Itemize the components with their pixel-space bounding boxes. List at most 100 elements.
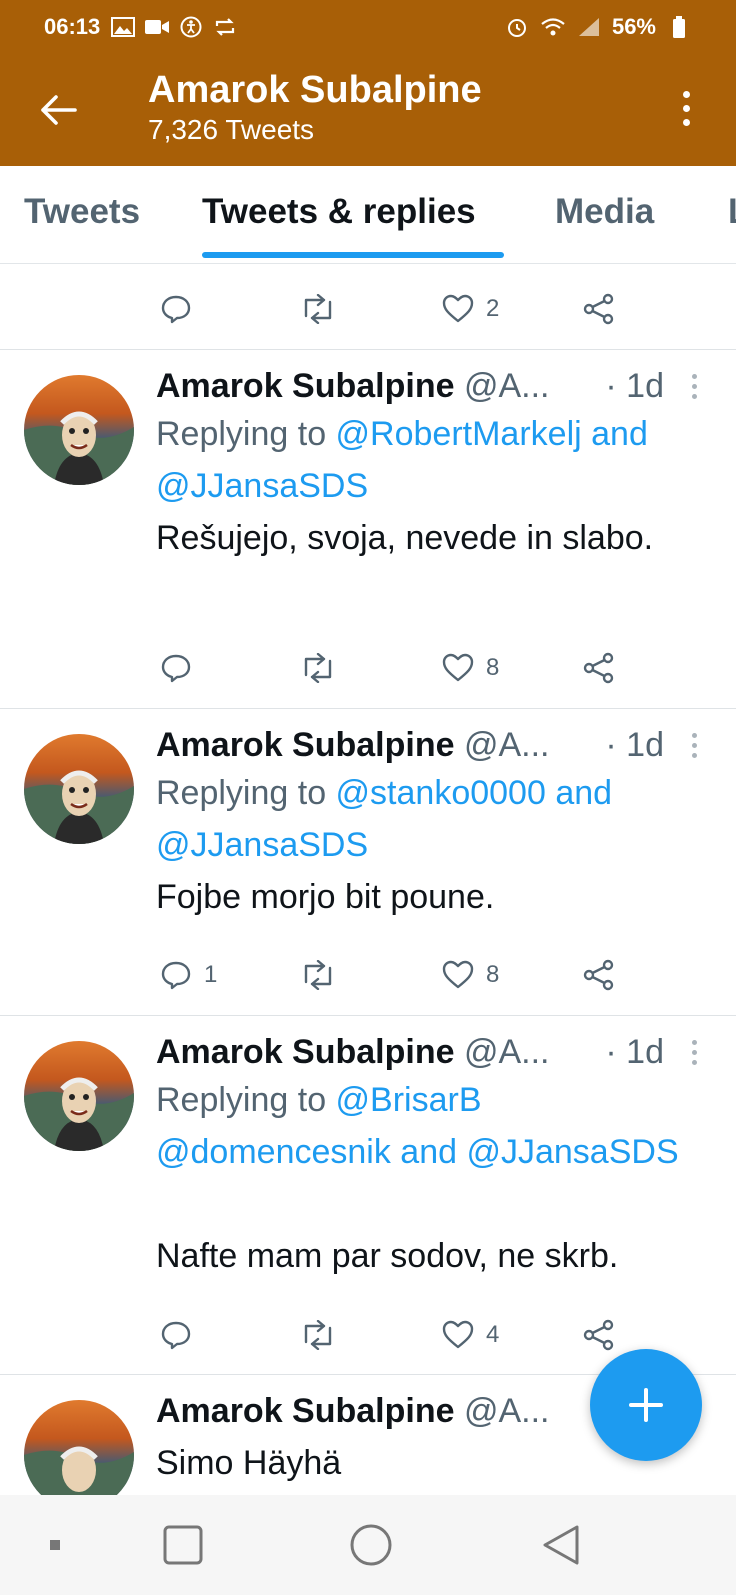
avatar[interactable] bbox=[24, 1400, 134, 1495]
tweet-menu-button[interactable] bbox=[682, 370, 706, 402]
retweet-button[interactable] bbox=[300, 960, 336, 990]
tweet-menu-button[interactable] bbox=[682, 1036, 706, 1068]
battery-icon bbox=[666, 16, 692, 38]
tweet-item[interactable]: Amarok Subalpine @A... · 1d Replying to … bbox=[0, 709, 736, 1015]
replying-to: Replying to @BrisarB @domencesnik and @J… bbox=[156, 1074, 696, 1178]
signal-icon bbox=[576, 16, 602, 38]
reply-button[interactable] bbox=[160, 293, 192, 325]
heart-icon bbox=[442, 960, 474, 989]
like-button[interactable]: 8 bbox=[442, 960, 499, 990]
tweet-actions: 8 bbox=[158, 646, 628, 690]
share-icon bbox=[583, 293, 614, 325]
circle-icon bbox=[350, 1524, 392, 1566]
reply-button[interactable]: 1 bbox=[160, 959, 217, 991]
tweet-header: Amarok Subalpine @A... · 1d bbox=[156, 364, 706, 408]
kebab-dot bbox=[691, 742, 697, 748]
tweet-header: Amarok Subalpine @A... · 1d bbox=[156, 723, 706, 767]
share-icon bbox=[583, 652, 614, 684]
tweet-item[interactable]: Amarok Subalpine @A... · 1d Replying to … bbox=[0, 1016, 736, 1374]
retweet-button[interactable] bbox=[300, 1320, 336, 1350]
status-bar: 06:13 56% bbox=[44, 12, 692, 42]
gallery-icon bbox=[110, 16, 136, 38]
replying-prefix: Replying to bbox=[156, 1081, 336, 1119]
author-handle[interactable]: @A... bbox=[464, 1033, 550, 1071]
author-name[interactable]: Amarok Subalpine bbox=[156, 1033, 455, 1071]
replying-prefix: Replying to bbox=[156, 415, 336, 453]
kebab-dot bbox=[691, 732, 697, 738]
share-button[interactable] bbox=[582, 651, 616, 685]
reply-icon bbox=[161, 654, 191, 683]
avatar[interactable] bbox=[24, 375, 134, 485]
active-tab-indicator bbox=[202, 252, 504, 258]
accessibility-icon bbox=[178, 16, 204, 38]
tweet-time: · 1d bbox=[605, 367, 664, 405]
plus-icon bbox=[629, 1388, 663, 1422]
overview-button[interactable] bbox=[158, 1519, 208, 1571]
tweet-count: 7,326 Tweets bbox=[148, 114, 315, 145]
author-handle[interactable]: @A... bbox=[464, 367, 550, 405]
system-nav-bar bbox=[0, 1495, 736, 1595]
avatar-image bbox=[24, 375, 134, 485]
kebab-dot bbox=[691, 752, 697, 758]
retweet-button[interactable] bbox=[300, 653, 336, 683]
share-button[interactable] bbox=[582, 292, 616, 326]
heart-icon bbox=[442, 1320, 474, 1349]
tweet-time: · 1d bbox=[605, 1033, 664, 1071]
like-button[interactable]: 4 bbox=[442, 1320, 499, 1350]
like-count: 8 bbox=[486, 654, 500, 681]
tweet-text: Nafte mam par sodov, ne skrb. bbox=[156, 1237, 619, 1275]
wifi-icon bbox=[540, 16, 566, 38]
reply-button[interactable] bbox=[160, 1319, 204, 1351]
avatar[interactable] bbox=[24, 734, 134, 844]
kebab-dot bbox=[691, 1049, 697, 1055]
author-name[interactable]: Amarok Subalpine bbox=[156, 1392, 455, 1430]
avatar[interactable] bbox=[24, 1041, 134, 1151]
tweet-actions: 1 8 bbox=[158, 953, 628, 997]
replying-to: Replying to @stanko0000 and @JJansaSDS bbox=[156, 767, 696, 871]
back-nav-button[interactable] bbox=[536, 1519, 586, 1571]
author-name[interactable]: Amarok Subalpine bbox=[156, 367, 455, 405]
like-button[interactable]: 2 bbox=[442, 294, 499, 324]
arrow-left-icon bbox=[41, 95, 77, 125]
tweet-actions: 4 bbox=[158, 1313, 628, 1357]
author-handle[interactable]: @A... bbox=[464, 1392, 550, 1430]
author-name[interactable]: Amarok Subalpine bbox=[156, 726, 455, 764]
recents-icon bbox=[50, 1540, 60, 1550]
reply-button[interactable] bbox=[160, 652, 204, 684]
share-button[interactable] bbox=[582, 958, 616, 992]
status-time: 06:13 bbox=[44, 14, 101, 39]
share-button[interactable] bbox=[582, 1318, 616, 1352]
tweet-header: Amarok Subalpine @A... · 1d bbox=[156, 1030, 706, 1074]
like-button[interactable]: 8 bbox=[442, 653, 499, 683]
recents-indicator[interactable] bbox=[40, 1519, 70, 1571]
tweet-item[interactable]: Amarok Subalpine @A... · 1d Replying to … bbox=[0, 350, 736, 708]
more-options-button[interactable] bbox=[666, 84, 706, 132]
avatar-image bbox=[24, 734, 134, 844]
reply-icon bbox=[161, 1321, 191, 1350]
kebab-dot bbox=[691, 1059, 697, 1065]
home-button[interactable] bbox=[346, 1519, 396, 1571]
tab-likes[interactable]: L bbox=[728, 192, 736, 232]
retweet-button[interactable] bbox=[300, 294, 336, 324]
tab-media[interactable]: Media bbox=[555, 192, 654, 232]
tab-tweets-replies[interactable]: Tweets & replies bbox=[202, 192, 476, 232]
profile-tabs: Tweets Tweets & replies Media L bbox=[0, 166, 736, 264]
retweet-icon bbox=[304, 960, 332, 990]
replying-to: Replying to @RobertMarkelj and @JJansaSD… bbox=[156, 408, 696, 512]
tab-tweets[interactable]: Tweets bbox=[24, 192, 140, 232]
header-title-block: Amarok Subalpine 7,326 Tweets bbox=[148, 68, 482, 148]
replying-prefix: Replying to bbox=[156, 774, 336, 812]
tweet-menu-button[interactable] bbox=[682, 729, 706, 761]
kebab-dot bbox=[682, 104, 690, 112]
heart-icon bbox=[442, 294, 474, 323]
kebab-dot bbox=[691, 1039, 697, 1045]
author-handle[interactable]: @A... bbox=[464, 726, 550, 764]
heart-icon bbox=[442, 653, 474, 682]
alarm-icon bbox=[504, 16, 530, 38]
tweet-feed[interactable]: 2 Amarok Subalpine @A... · 1d Replying t… bbox=[0, 265, 736, 1495]
kebab-dot bbox=[682, 90, 690, 98]
compose-tweet-button[interactable] bbox=[590, 1349, 702, 1461]
retweet-icon bbox=[304, 294, 332, 324]
back-button[interactable] bbox=[30, 86, 86, 134]
share-icon bbox=[583, 1319, 614, 1351]
